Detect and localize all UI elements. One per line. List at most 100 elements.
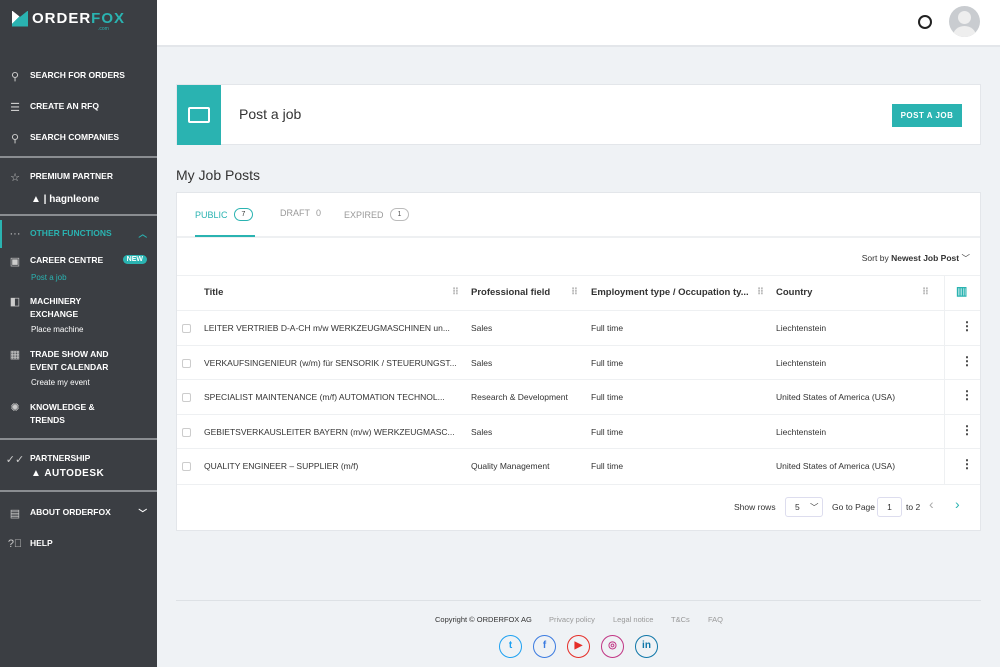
column-header-employment[interactable]: Employment type / Occupation ty... [591, 287, 749, 298]
columns-icon[interactable]: ▥ [956, 284, 967, 298]
sidebar-item-other-functions[interactable]: ··· OTHER FUNCTIONS ︿ [0, 228, 157, 240]
sidebar-link-post-job[interactable]: Post a job [31, 273, 67, 282]
tab-expired[interactable]: EXPIRED 1 [344, 208, 410, 221]
cell-title[interactable]: LEITER VERTRIEB D-A-CH m/w WERKZEUGMASCH… [204, 323, 450, 333]
column-header-country[interactable]: Country [776, 287, 812, 298]
page-input[interactable]: 1 [877, 497, 902, 517]
cell-field: Quality Management [471, 461, 550, 471]
drag-handle-icon[interactable]: ⠿ [922, 287, 929, 298]
instagram-icon[interactable]: ◎ [601, 635, 624, 658]
more-options-icon[interactable]: ⋮ [961, 319, 973, 333]
cell-country: United States of America (USA) [776, 392, 896, 402]
column-header-title[interactable]: Title [204, 287, 223, 298]
column-header-field[interactable]: Professional field [471, 287, 550, 298]
partner-hagnleone[interactable]: ▲ | hagnleone [31, 194, 99, 205]
row-checkbox[interactable] [182, 358, 191, 368]
sidebar-item-trade-show[interactable]: ▦ TRADE SHOW AND EVENT CALENDAR [0, 348, 157, 374]
prev-page-icon[interactable]: ‹ [929, 496, 934, 512]
sidebar-item-machinery[interactable]: ◧ MACHINERY EXCHANGE [0, 295, 157, 321]
tab-draft[interactable]: DRAFT 0 [280, 208, 321, 218]
cell-country: Liechtenstein [776, 357, 827, 368]
row-checkbox[interactable] [182, 427, 191, 437]
label: EVENT CALENDAR [30, 362, 109, 372]
next-page-icon[interactable]: › [955, 496, 960, 512]
privacy-link[interactable]: Privacy policy [549, 615, 595, 624]
drag-handle-icon[interactable]: ⠿ [452, 287, 459, 298]
new-badge: NEW [122, 255, 147, 264]
label: PREMIUM PARTNER [30, 171, 113, 181]
partner-name: AUTODESK [44, 468, 105, 479]
drag-handle-icon[interactable]: ⠿ [571, 287, 578, 298]
star-icon: ☆ [10, 172, 20, 184]
chevron-up-icon: ︿ [138, 229, 147, 239]
sidebar-item-career-centre[interactable]: ▣ CAREER CENTRE NEW [0, 255, 157, 268]
divider [0, 214, 157, 216]
terms-link[interactable]: T&Cs [671, 615, 690, 624]
table-row[interactable]: GEBIETSVERKAUSLEITER BAYERN (m/w) WERKZE… [177, 413, 980, 449]
drag-handle-icon[interactable]: ⠿ [757, 287, 764, 298]
tab-public[interactable]: PUBLIC 7 [195, 208, 254, 221]
sort-dropdown[interactable]: Sort by Newest Job Post ﹀ [862, 252, 970, 264]
table-row[interactable]: SPECIALIST MAINTENANCE (m/f) AUTOMATION … [177, 379, 980, 414]
cell-title[interactable]: GEBIETSVERKAUSLEITER BAYERN (m/w) WERKZE… [204, 427, 455, 437]
more-options-icon[interactable]: ⋮ [961, 388, 973, 402]
tab-label: PUBLIC [195, 209, 228, 220]
logo-mark-icon [12, 10, 28, 27]
chevron-down-icon: ﹀ [810, 502, 819, 512]
sort-label: Sort by [861, 253, 889, 263]
faq-link[interactable]: FAQ [708, 615, 723, 624]
partner-autodesk[interactable]: ▲ AUTODESK [31, 468, 104, 479]
sidebar-item-create-rfq[interactable]: ☰ CREATE AN RFQ [0, 101, 157, 114]
logo-suffix: .com [98, 26, 109, 32]
twitter-icon[interactable]: t [499, 635, 522, 658]
sidebar-item-search-companies[interactable]: ⚲ SEARCH COMPANIES [0, 132, 157, 145]
copyright: Copyright © ORDERFOX AG [435, 615, 532, 624]
column-divider [944, 276, 945, 484]
facebook-icon[interactable]: f [533, 635, 556, 658]
row-checkbox[interactable] [182, 462, 191, 471]
sidebar-item-help[interactable]: ?⃝ HELP [0, 538, 157, 550]
logo-text-accent: FOX [91, 10, 126, 27]
chevron-down-icon: ﹀ [961, 253, 970, 263]
label: TRADE SHOW AND [30, 349, 109, 359]
more-options-icon[interactable]: ⋮ [961, 354, 973, 368]
divider [0, 438, 157, 440]
rows-per-page-select[interactable]: 5 ﹀ [785, 497, 823, 517]
machine-icon: ◧ [9, 296, 21, 308]
orderfox-logo[interactable]: ORDERFOX .com [12, 10, 126, 32]
cell-country: United States of America (USA) [776, 461, 896, 471]
table-row[interactable]: QUALITY ENGINEER – SUPPLIER (m/f) Quality… [177, 448, 980, 483]
table-row[interactable]: VERKAUFSINGENIEUR (w/m) für SENSORIK / S… [177, 344, 980, 380]
sidebar-item-knowledge[interactable]: ✺ KNOWLEDGE & TRENDS [0, 401, 157, 427]
label: CAREER CENTRE [30, 255, 104, 265]
briefcase-icon [177, 85, 221, 145]
row-checkbox[interactable] [182, 393, 191, 402]
post-job-button[interactable]: POST A JOB [892, 104, 962, 127]
cell-title[interactable]: VERKAUFSINGENIEUR (w/m) für SENSORIK / S… [204, 358, 457, 368]
more-options-icon[interactable]: ⋮ [961, 423, 973, 437]
cell-employment: Full time [591, 323, 624, 333]
label: CREATE AN RFQ [30, 101, 99, 111]
more-options-icon[interactable]: ⋮ [961, 457, 973, 471]
row-checkbox[interactable] [182, 324, 191, 333]
cell-title[interactable]: SPECIALIST MAINTENANCE (m/f) AUTOMATION … [204, 392, 445, 402]
label: ABOUT ORDERFOX [30, 507, 111, 517]
sidebar-item-partnership[interactable]: ✓✓ PARTNERSHIP [0, 453, 157, 466]
avatar[interactable] [949, 6, 980, 37]
sidebar-link-create-event[interactable]: Create my event [31, 378, 90, 387]
sidebar-item-premium-partner[interactable]: ☆ PREMIUM PARTNER [0, 171, 157, 184]
label: EXCHANGE [30, 309, 79, 319]
table-row[interactable]: LEITER VERTRIEB D-A-CH m/w WERKZEUGMASCH… [177, 310, 980, 345]
linkedin-icon[interactable]: in [635, 635, 658, 658]
divider [0, 490, 157, 492]
sidebar-link-place-machine[interactable]: Place machine [31, 325, 83, 334]
cell-title[interactable]: QUALITY ENGINEER – SUPPLIER (m/f) [204, 461, 358, 471]
goto-page-label: Go to Page [832, 502, 876, 512]
sidebar-item-search-orders[interactable]: ⚲ SEARCH FOR ORDERS [0, 70, 157, 83]
sidebar-item-about[interactable]: ▤ ABOUT ORDERFOX ﹀ [0, 507, 157, 520]
youtube-icon[interactable]: ▶ [567, 635, 590, 658]
legal-link[interactable]: Legal notice [613, 615, 653, 624]
post-job-card: Post a job POST A JOB [176, 84, 981, 145]
checkmarks-icon: ✓✓ [5, 454, 25, 466]
globe-icon[interactable] [918, 15, 932, 29]
